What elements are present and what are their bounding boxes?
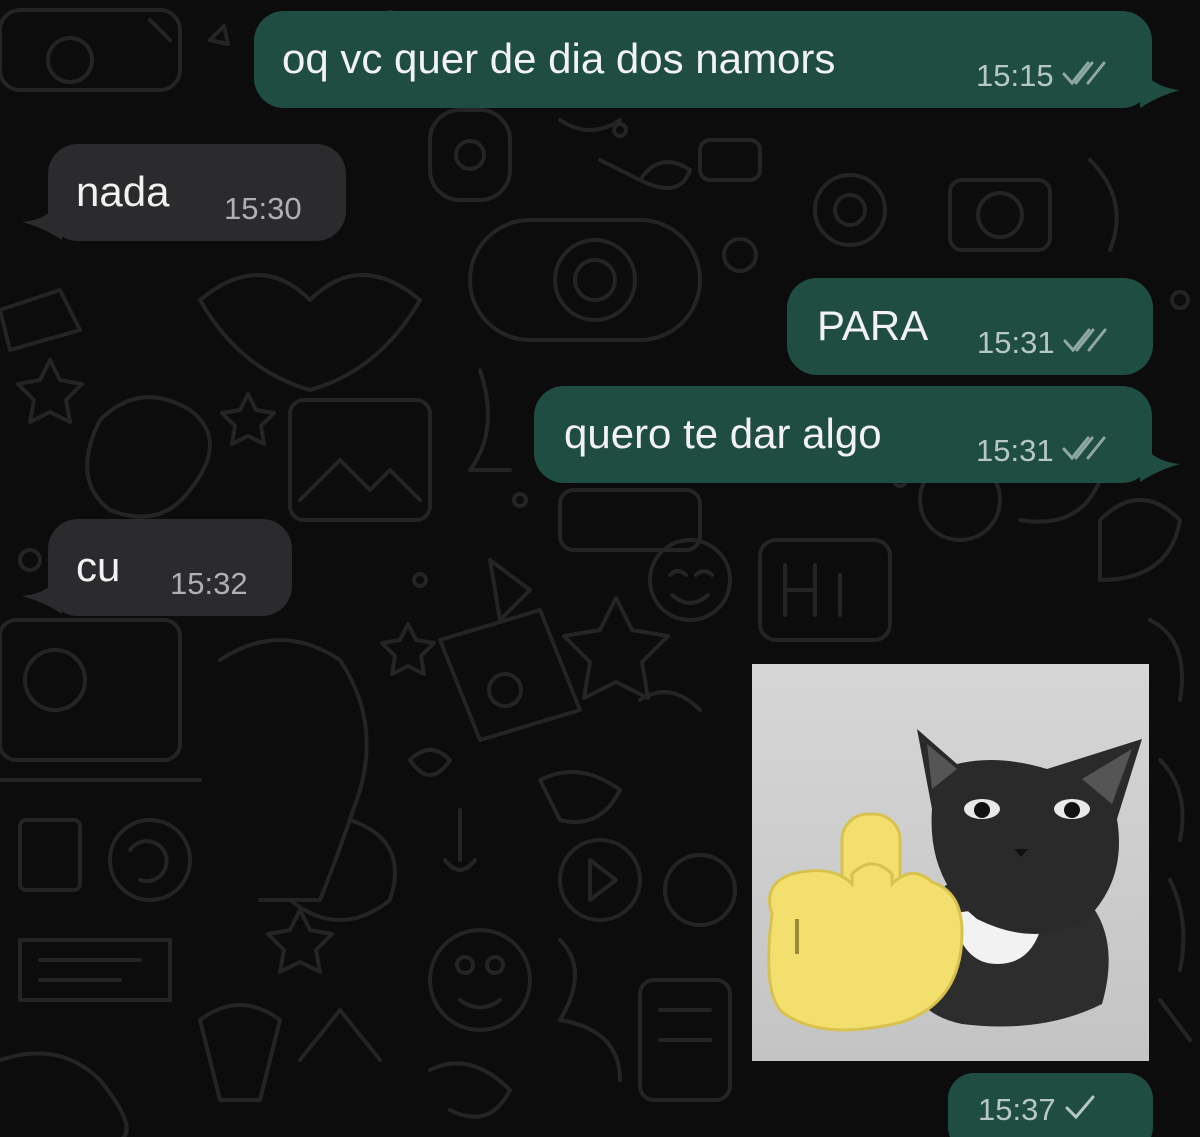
cat-middle-finger-image [752, 664, 1149, 1061]
message-bubble-incoming[interactable]: cu 15:32 [48, 519, 292, 616]
message-time: 15:37 [978, 1092, 1056, 1127]
single-check-icon [1064, 1093, 1096, 1127]
double-check-icon [1062, 59, 1106, 93]
message-text: quero te dar algo [564, 410, 882, 457]
message-text: PARA [817, 302, 929, 349]
bubble-tail [22, 574, 62, 614]
message-meta: 15:30 [224, 192, 302, 226]
message-time: 15:31 [977, 325, 1055, 360]
message-meta: 15:31 [977, 326, 1107, 360]
chat-screen: oq vc quer de dia dos namors 15:15 nada … [0, 0, 1200, 1137]
bubble-tail [1140, 442, 1180, 482]
message-meta: 15:31 [976, 434, 1106, 468]
image-meta-bubble: 15:37 [948, 1073, 1153, 1137]
message-time: 15:30 [224, 191, 302, 226]
message-time: 15:31 [976, 433, 1054, 468]
double-check-icon [1063, 326, 1107, 360]
bubble-tail [22, 200, 62, 240]
message-bubble-incoming[interactable]: nada 15:30 [48, 144, 346, 241]
image-message[interactable] [752, 664, 1149, 1061]
message-text: cu [76, 543, 121, 590]
message-time: 15:15 [976, 58, 1054, 93]
double-check-icon [1062, 434, 1106, 468]
bubble-tail [1140, 68, 1180, 108]
message-text: nada [76, 168, 170, 215]
message-text: oq vc quer de dia dos namors [282, 35, 836, 82]
message-meta: 15:32 [170, 567, 248, 601]
message-meta: 15:15 [976, 59, 1106, 93]
message-time: 15:32 [170, 566, 248, 601]
message-meta: 15:37 [978, 1093, 1096, 1127]
message-bubble-outgoing[interactable]: oq vc quer de dia dos namors 15:15 [254, 11, 1152, 108]
message-bubble-outgoing[interactable]: PARA 15:31 [787, 278, 1153, 375]
message-bubble-outgoing[interactable]: quero te dar algo 15:31 [534, 386, 1152, 483]
